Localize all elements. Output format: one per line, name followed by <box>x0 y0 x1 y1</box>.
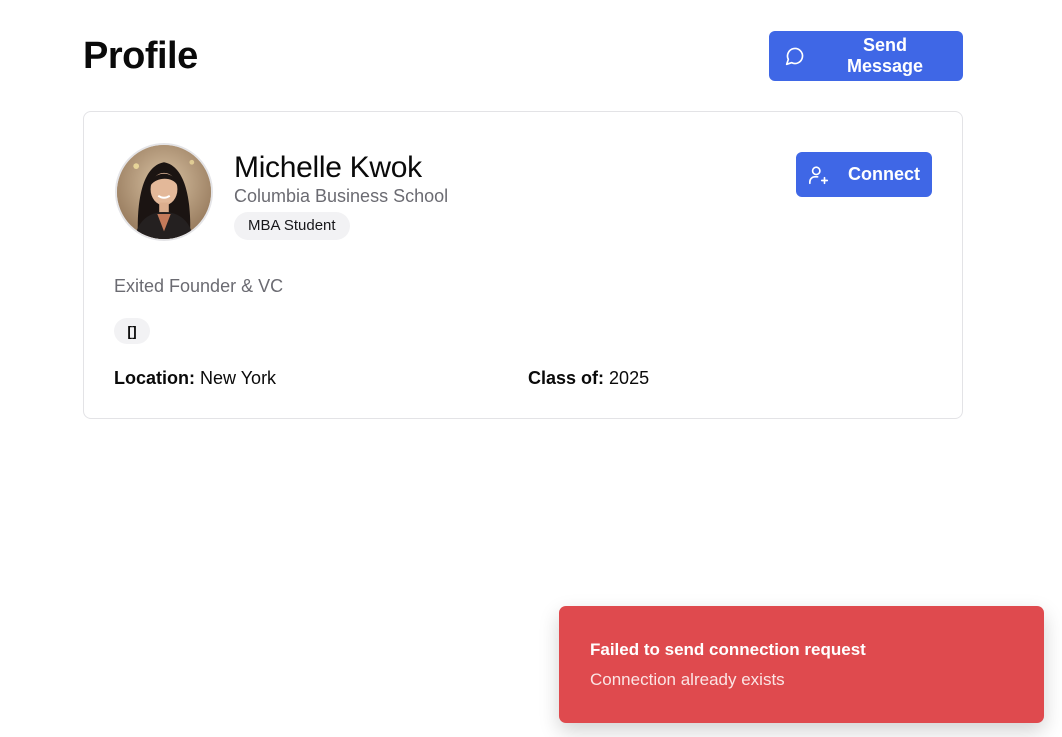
class-label: Class of: <box>528 368 605 388</box>
avatar <box>115 143 213 241</box>
send-message-button[interactable]: Send Message <box>769 31 963 81</box>
toast-description: Connection already exists <box>590 670 785 689</box>
location-value: New York <box>200 368 277 388</box>
error-toast[interactable]: Failed to send connection request Connec… <box>559 606 1044 723</box>
profile-name: Michelle Kwok <box>234 151 422 184</box>
connect-label: Connect <box>848 164 920 184</box>
message-circle-icon <box>785 46 805 66</box>
class-info: Class of: 2025 <box>528 366 649 390</box>
profile-page: Profile Send Message Michelle Kwok Colum… <box>0 0 1062 737</box>
send-message-label: Send Message <box>846 35 924 76</box>
connect-button[interactable]: Connect <box>796 152 932 197</box>
role-badge: MBA Student <box>234 212 350 240</box>
class-value: 2025 <box>609 368 650 388</box>
tags-badge: [] <box>114 318 150 344</box>
page-title: Profile <box>83 35 198 77</box>
profile-card: Michelle Kwok Columbia Business School M… <box>83 111 963 419</box>
location-info: Location: New York <box>114 366 276 390</box>
profile-school: Columbia Business School <box>234 186 449 206</box>
user-plus-icon <box>808 164 830 186</box>
profile-bio: Exited Founder & VC <box>114 276 284 296</box>
location-label: Location: <box>114 368 195 388</box>
toast-title: Failed to send connection request <box>590 640 866 659</box>
